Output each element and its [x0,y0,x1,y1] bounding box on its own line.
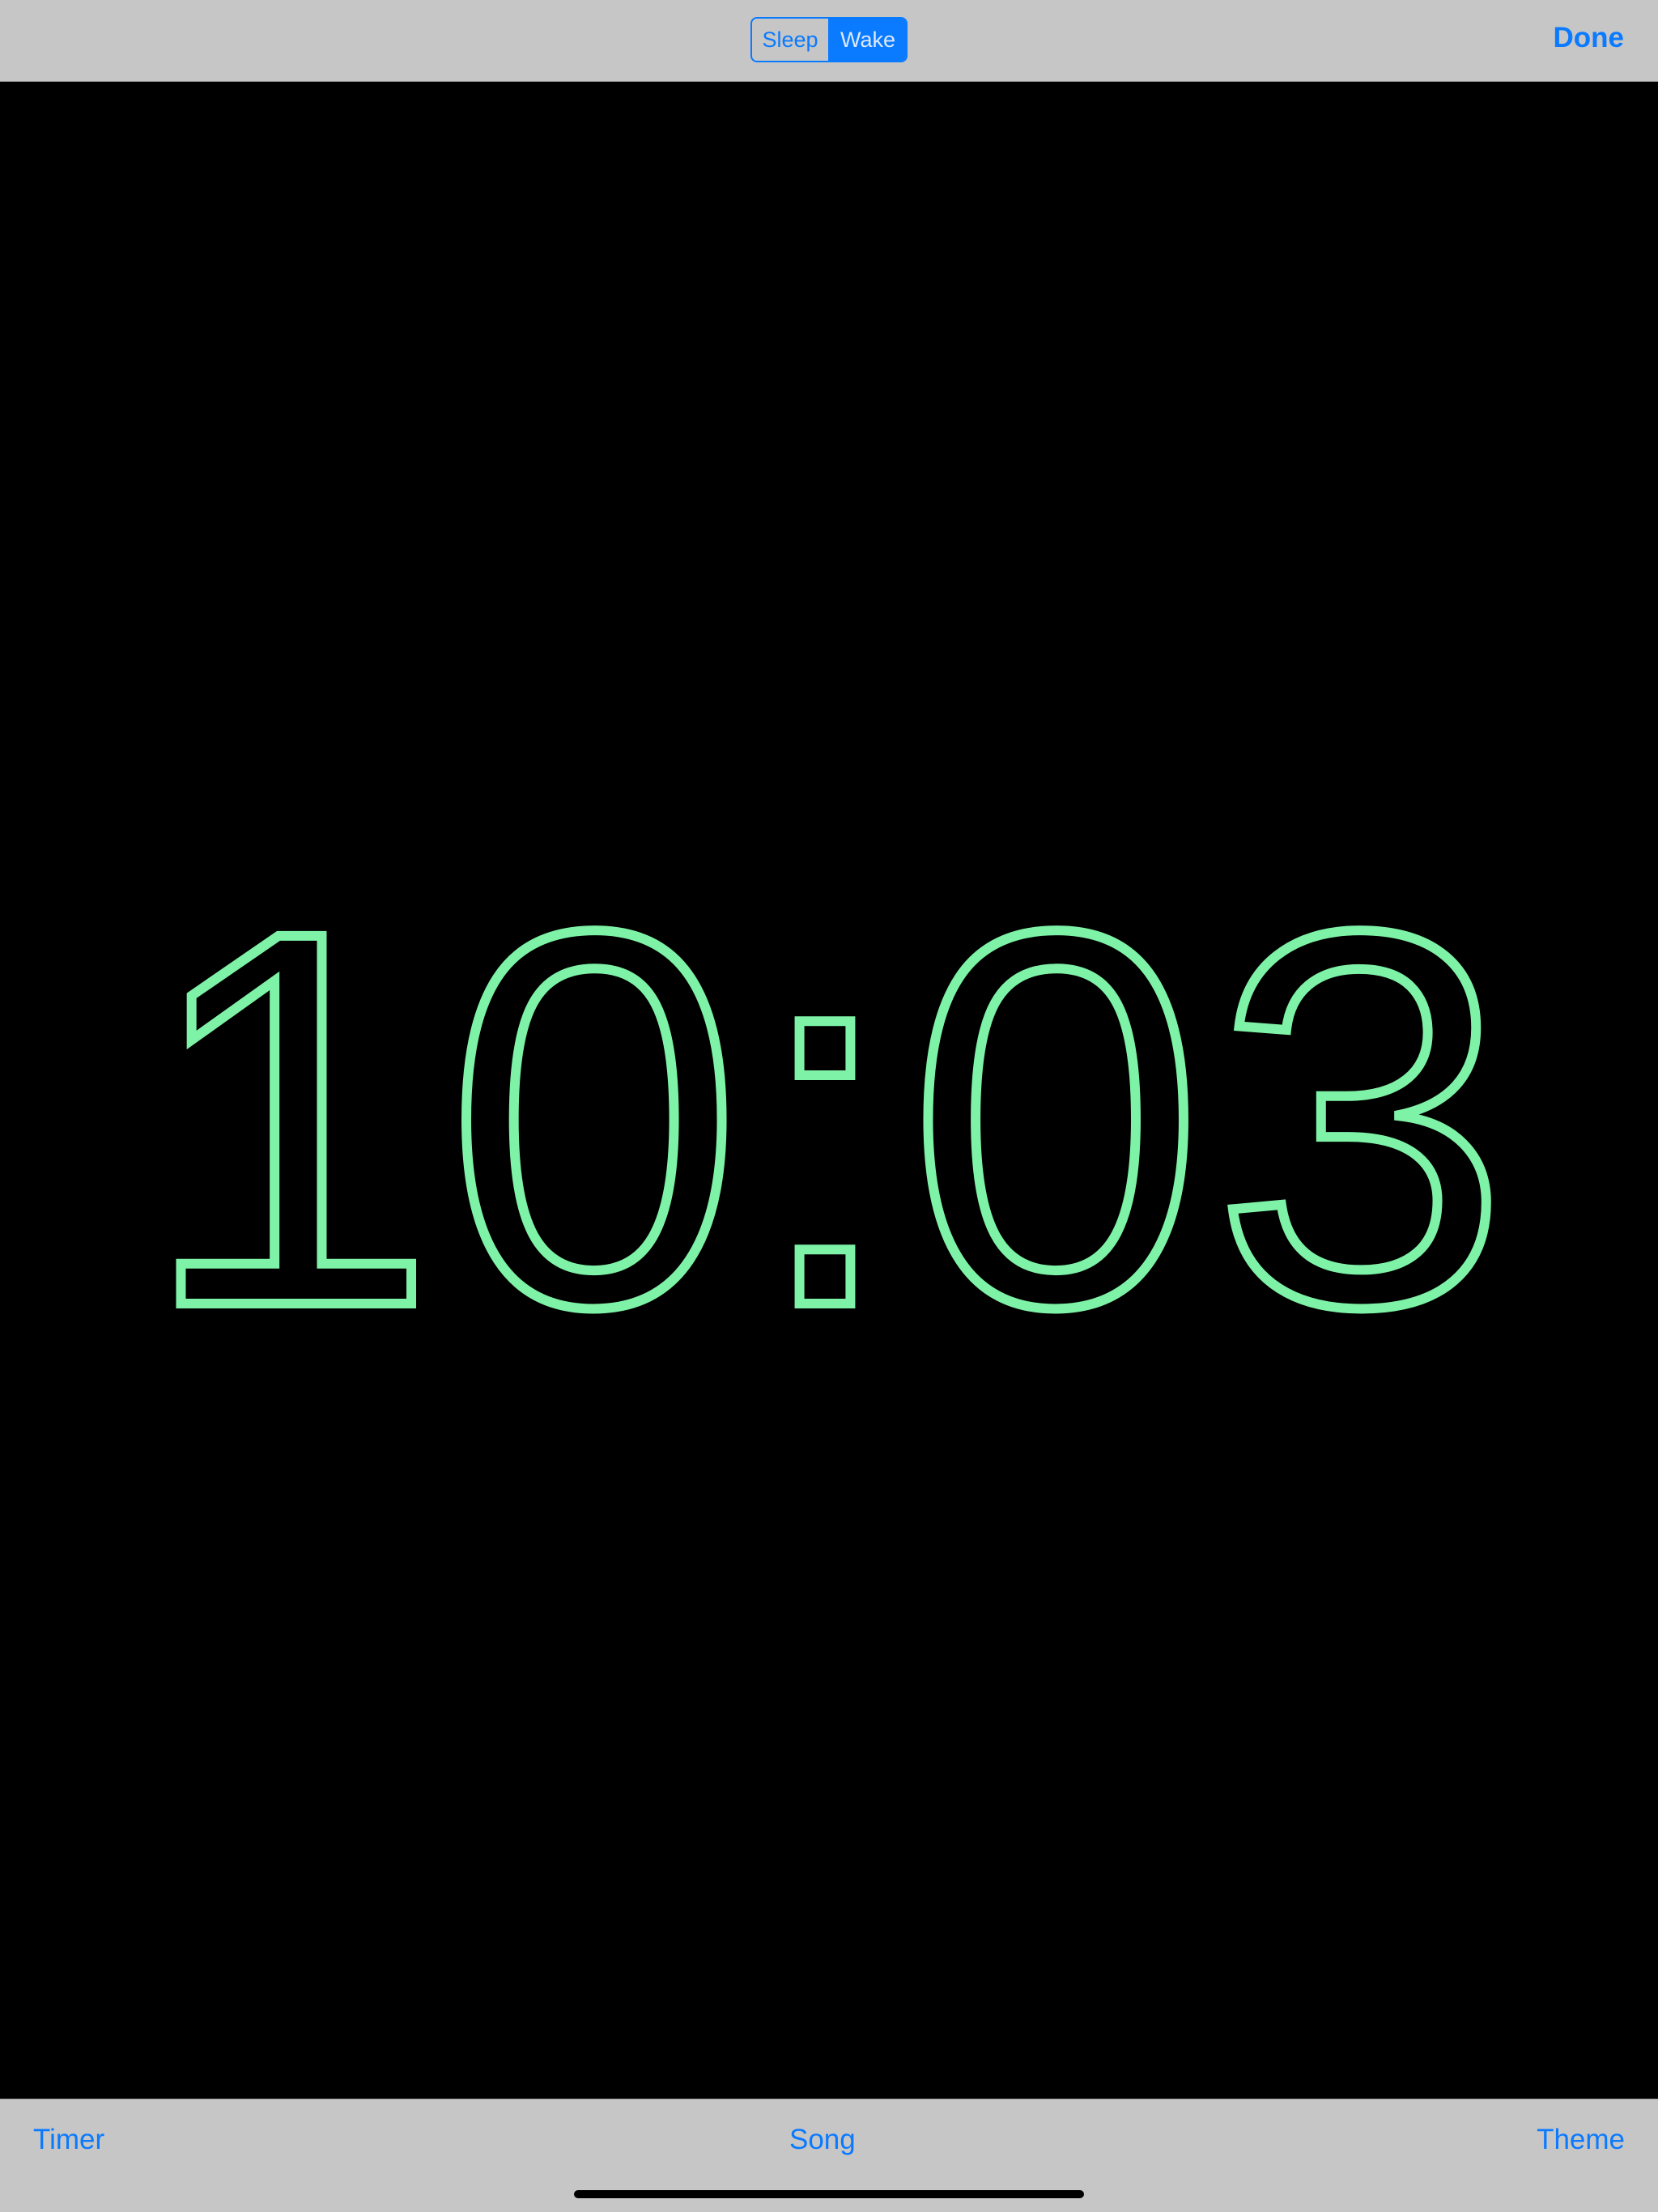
nightstand-clock-screen: Sleep Wake Done 10:03 Timer Song Theme [0,0,1658,2212]
clock-time-text: 10:03 [140,820,1518,1401]
home-indicator[interactable] [574,2190,1084,2198]
top-navigation-bar: Sleep Wake Done [0,0,1658,82]
clock-time-graphic: 10:03 [135,818,1518,1401]
timer-button[interactable]: Timer [33,2124,104,2156]
wake-segment[interactable]: Wake [830,19,906,61]
done-button[interactable]: Done [1554,22,1625,54]
theme-button[interactable]: Theme [1537,2124,1625,2156]
sleep-segment[interactable]: Sleep [752,19,830,61]
sleep-wake-segmented-control[interactable]: Sleep Wake [750,17,908,62]
song-button[interactable]: Song [789,2124,856,2156]
clock-display: 10:03 [0,818,1658,1401]
